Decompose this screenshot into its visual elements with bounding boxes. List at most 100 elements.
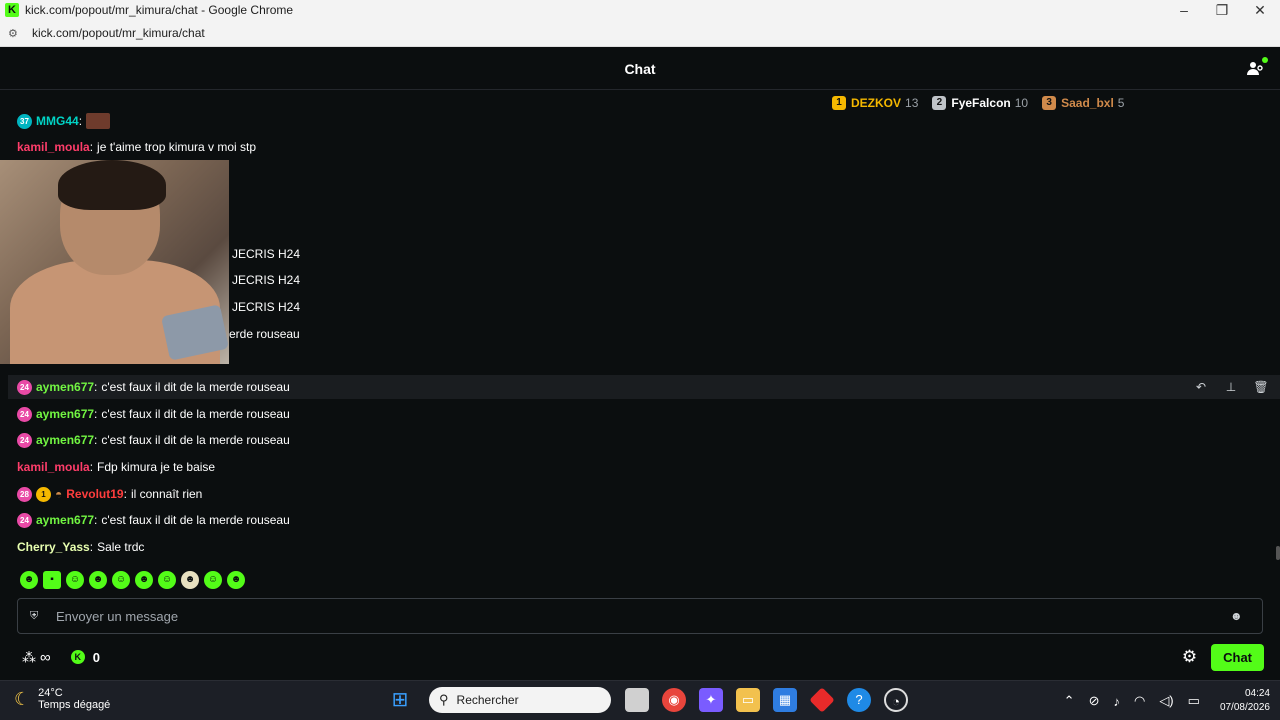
delete-icon[interactable]: 🗑	[1246, 373, 1276, 401]
chat-message[interactable]: 28 1 ◓ Revolut19: il connaît rien	[17, 482, 202, 506]
settings-gear-icon[interactable]: ⚙	[1182, 647, 1197, 667]
message-input[interactable]	[56, 608, 1230, 624]
leaderboard-item[interactable]: 2 FyeFalcon 10	[932, 96, 1028, 110]
chat-header: Chat	[0, 48, 1280, 90]
message-username[interactable]: aymen677	[36, 402, 94, 426]
infinity-icon[interactable]: ∞	[40, 649, 51, 666]
kick-points-icon[interactable]: K	[70, 650, 85, 664]
chat-message[interactable]: 37 MMG44 :	[17, 112, 111, 133]
message-username[interactable]: Revolut19	[66, 482, 123, 506]
webcam-overlay	[0, 160, 229, 364]
weather-temperature: 24°C	[38, 687, 63, 699]
emote-9-icon[interactable]: ☺	[204, 571, 222, 589]
message-username[interactable]: aymen677	[36, 508, 94, 532]
store-icon[interactable]: ▦	[773, 688, 797, 712]
window-title: kick.com/popout/mr_kimura/chat - Google …	[25, 3, 294, 17]
browser-titlebar: K kick.com/popout/mr_kimura/chat - Googl…	[0, 0, 1280, 20]
chat-message[interactable]: 24 aymen677: c'est faux il dit de la mer…	[17, 402, 290, 426]
chat-message[interactable]: 24 aymen677: c'est faux il dit de la mer…	[17, 508, 290, 532]
copilot-icon[interactable]: ✦	[699, 688, 723, 712]
emote-4-icon[interactable]: ☻	[89, 571, 107, 589]
emote-10-icon[interactable]: ☻	[227, 571, 245, 589]
windows-start-icon[interactable]: ⊞	[388, 688, 412, 712]
message-actions: ↶ ⊥ 🗑	[1186, 373, 1276, 401]
message-username[interactable]: Cherry_Yass	[17, 535, 90, 559]
message-text: je t'aime trop kimura v moi stp	[97, 140, 257, 154]
wifi-icon[interactable]: ◠	[1134, 693, 1145, 709]
chat-send-button[interactable]: Chat	[1211, 643, 1264, 671]
weather-widget[interactable]: ☾ 24°C Temps dégagé	[14, 687, 110, 711]
chat-title: Chat	[624, 60, 656, 77]
message-username[interactable]: kamil_moula	[17, 135, 90, 159]
address-bar[interactable]: ⚙ kick.com/popout/mr_kimura/chat	[0, 20, 1280, 47]
sub-badge-icon: 37	[17, 113, 32, 129]
chat-message[interactable]: JECRIS H24	[232, 268, 300, 292]
network-off-icon[interactable]: ⊘	[1089, 693, 1100, 709]
message-text: c'est faux il dit de la merde rouseau	[101, 513, 290, 527]
rank-badge-icon: 1	[832, 96, 846, 110]
message-text: il connaît rien	[130, 487, 203, 501]
message-composer[interactable]: ⛨ ☻	[17, 598, 1263, 634]
taskbar-search[interactable]: ⚲ Rechercher	[429, 687, 611, 713]
battery-icon[interactable]: ▭	[1188, 693, 1200, 709]
community-icon[interactable]: ⁂	[22, 649, 36, 666]
leaderboard-item[interactable]: 3 Saad_bxl 5	[1042, 96, 1124, 110]
obs-icon[interactable]: ◔	[884, 688, 908, 712]
pin-icon[interactable]: ⊥	[1216, 373, 1246, 401]
gift-leaderboard: 1 DEZKOV 13 2 FyeFalcon 10 3 Saad_bxl 5	[832, 94, 1138, 112]
emote-6-icon[interactable]: ☻	[135, 571, 153, 589]
address-url[interactable]: kick.com/popout/mr_kimura/chat	[32, 26, 205, 40]
help-icon[interactable]: ?	[847, 688, 871, 712]
message-username[interactable]: aymen677	[36, 375, 94, 399]
leaderboard-item[interactable]: 1 DEZKOV 13	[832, 96, 918, 110]
reply-icon[interactable]: ↶	[1186, 373, 1216, 401]
leaderboard-count: 10	[1014, 96, 1029, 110]
restore-icon[interactable]: ❐	[1203, 0, 1241, 20]
site-settings-icon[interactable]: ⚙	[8, 27, 22, 40]
emoji-picker-icon[interactable]: ☻	[1230, 609, 1250, 623]
message-text: Fdp kimura je te baise	[97, 460, 216, 474]
message-username[interactable]: MMG44	[36, 112, 79, 133]
leaderboard-user: Saad_bxl	[1061, 96, 1114, 110]
close-icon[interactable]: ✕	[1241, 0, 1279, 20]
message-username[interactable]: kamil_moula	[17, 455, 90, 479]
chrome-icon[interactable]: ◉	[662, 688, 686, 712]
volume-icon[interactable]: ◁)	[1159, 693, 1173, 709]
emote-8-icon[interactable]: ☻	[181, 571, 199, 589]
points-value: 0	[92, 649, 100, 665]
chat-message[interactable]: JECRIS H24	[232, 295, 300, 319]
chat-message[interactable]: 24 aymen677: c'est faux il dit de la mer…	[17, 375, 290, 399]
chat-message[interactable]: kamil_moula: Fdp kimura je te baise	[17, 455, 215, 479]
message-username[interactable]: aymen677	[36, 428, 94, 452]
rank-badge-icon: 2	[932, 96, 947, 110]
emote-icon	[86, 113, 111, 129]
rank-badge-icon: 3	[1042, 96, 1057, 110]
minimize-icon[interactable]: –	[1165, 0, 1203, 20]
emote-2-icon[interactable]: ▪	[43, 571, 61, 589]
sub-badge-icon: 24	[17, 406, 32, 422]
online-dot-icon	[1262, 57, 1268, 63]
sub-badge-icon: 24	[17, 432, 32, 448]
search-icon: ⚲	[439, 692, 449, 707]
file-explorer-icon[interactable]: ▭	[736, 688, 760, 712]
users-icon[interactable]	[1246, 57, 1268, 79]
red-app-icon[interactable]	[809, 687, 835, 713]
chat-message[interactable]: erde rouseau	[229, 322, 300, 346]
emote-1-icon[interactable]: ☻	[20, 571, 38, 589]
leaderboard-user: DEZKOV	[851, 96, 902, 110]
task-view-icon[interactable]	[625, 688, 649, 712]
clock[interactable]: 04:24 07/08/2026	[1220, 687, 1270, 715]
microphone-icon[interactable]: ♪	[1113, 694, 1120, 709]
chevron-up-icon[interactable]: ⌃	[1064, 693, 1075, 709]
taskbar-apps: ⊞ ⚲ Rechercher ◉ ✦ ▭ ▦ ? ◔	[388, 687, 921, 713]
emote-3-icon[interactable]: ☺	[66, 571, 84, 589]
emote-7-icon[interactable]: ☺	[158, 571, 176, 589]
chat-scrollbar[interactable]	[1276, 546, 1280, 560]
chat-message[interactable]: 24 aymen677: c'est faux il dit de la mer…	[17, 428, 290, 452]
chat-message[interactable]: Cherry_Yass: Sale trdc	[17, 535, 144, 559]
shield-icon[interactable]: ⛨	[30, 610, 42, 623]
chat-message[interactable]: kamil_moula: je t'aime trop kimura v moi…	[17, 135, 256, 159]
chat-message[interactable]: JECRIS H24	[232, 242, 300, 266]
leaderboard-count: 13	[905, 96, 919, 110]
emote-5-icon[interactable]: ☺	[112, 571, 130, 589]
